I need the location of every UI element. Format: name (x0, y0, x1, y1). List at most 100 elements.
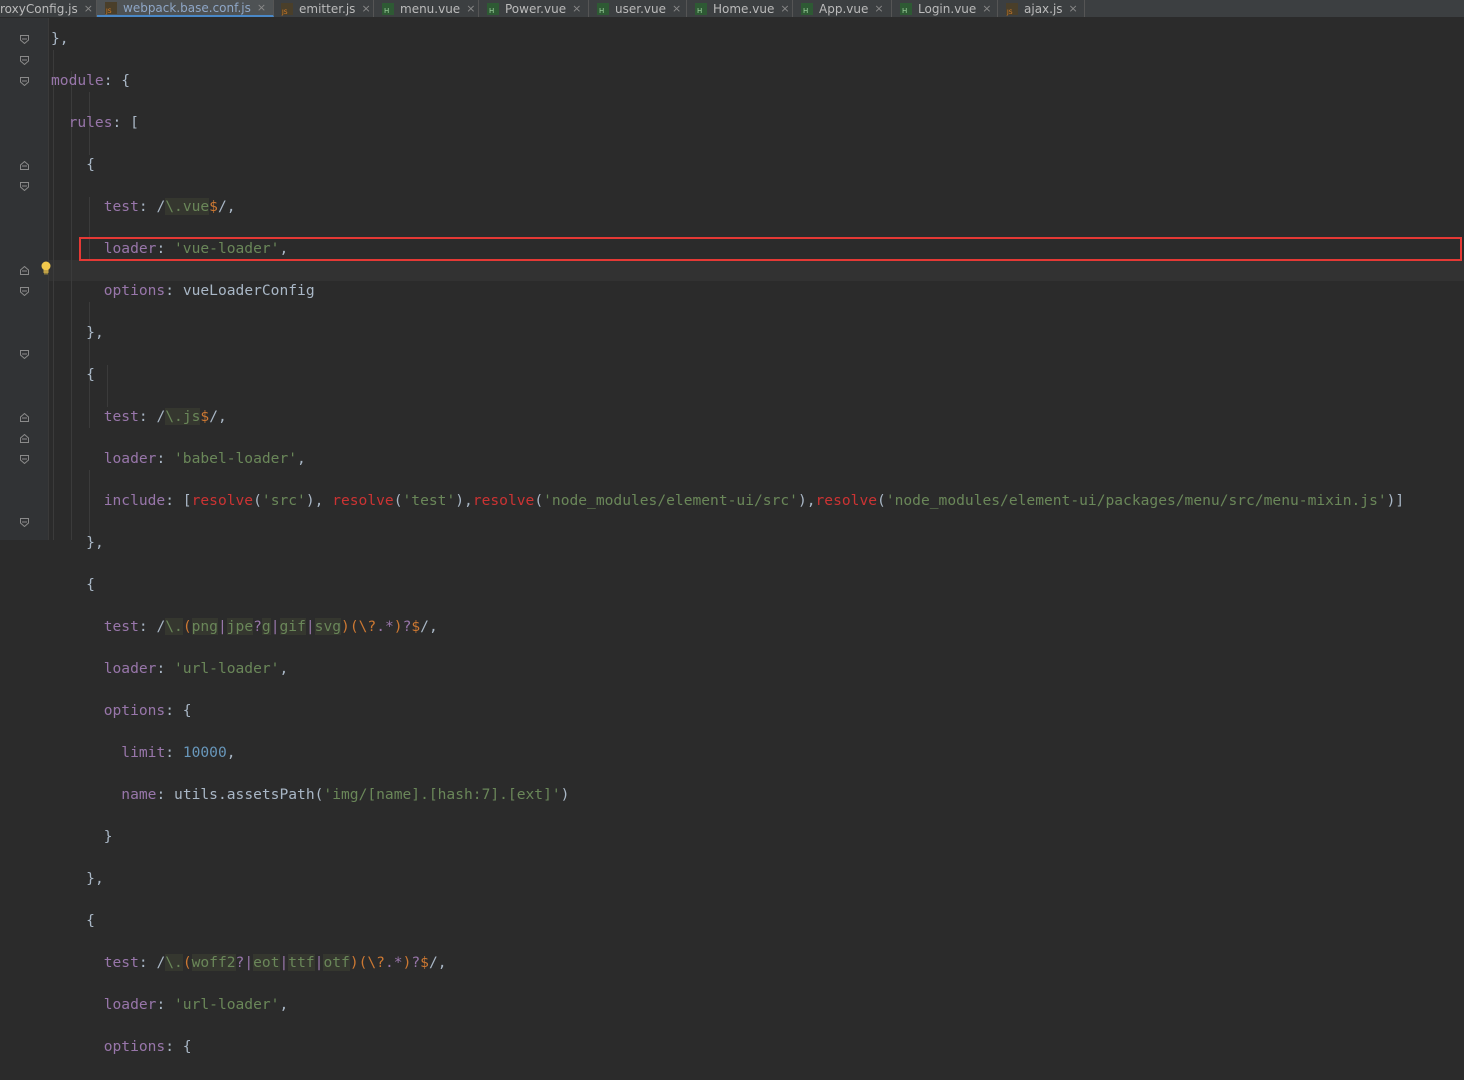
fold-marker-icon[interactable] (20, 77, 29, 86)
highlight-annotation-box (79, 237, 1462, 261)
code-text: /, (420, 618, 438, 635)
regex-group: ) (402, 954, 412, 971)
code-text: ( (314, 786, 324, 803)
close-icon[interactable]: × (982, 2, 991, 15)
regex-text: vue (182, 198, 210, 215)
code-line: loader: 'url-loader', (51, 994, 1404, 1015)
tab-login-vue[interactable]: Login.vue × (892, 0, 998, 17)
code-line: { (51, 574, 1404, 595)
code-text: , (279, 996, 289, 1013)
code-text: ( (534, 492, 544, 509)
code-text: : / (138, 954, 166, 971)
tab-app-vue[interactable]: App.vue × (793, 0, 892, 17)
fold-marker-icon[interactable] (20, 350, 29, 359)
fold-end-icon[interactable] (20, 434, 29, 443)
fold-end-icon[interactable] (20, 413, 29, 422)
code-text: : [ (165, 492, 192, 509)
fold-end-icon[interactable] (20, 161, 29, 170)
code-line: }, (51, 28, 1404, 49)
code-line: loader: 'url-loader', (51, 658, 1404, 679)
editor-tab-bar: roxyConfig.js × webpack.base.conf.js × e… (0, 0, 1464, 18)
code-line: test: /\.vue$/, (51, 196, 1404, 217)
code-text: { (86, 912, 95, 929)
close-icon[interactable]: × (780, 2, 789, 15)
code-text: : / (138, 408, 166, 425)
code-text: : { (103, 72, 131, 89)
vue-file-icon (597, 2, 609, 15)
code-key: loader (103, 660, 157, 677)
code-string: 'babel-loader' (174, 450, 298, 467)
code-number: 10000 (182, 744, 227, 761)
code-text: ), (455, 492, 473, 509)
code-key: rules (68, 114, 113, 131)
tab-menu-vue[interactable]: menu.vue × (374, 0, 479, 17)
tab-user-vue[interactable]: user.vue × (589, 0, 687, 17)
fold-marker-icon[interactable] (20, 56, 29, 65)
code-text: }, (51, 30, 69, 47)
close-icon[interactable]: × (84, 2, 93, 15)
tab-home-vue[interactable]: Home.vue × (687, 0, 793, 17)
close-icon[interactable]: × (672, 2, 681, 15)
code-text: : (156, 786, 175, 803)
tab-webpack-base-conf-js[interactable]: webpack.base.conf.js × (97, 0, 274, 17)
code-line: test: /\.js$/, (51, 406, 1404, 427)
code-key: options (103, 702, 166, 719)
code-key: test (103, 954, 139, 971)
close-icon[interactable]: × (572, 2, 581, 15)
code-line: options: { (51, 700, 1404, 721)
regex-group: ( (182, 618, 192, 635)
regex-group: (\? (358, 954, 385, 971)
code-identifier: utils. (174, 786, 227, 803)
fold-marker-icon[interactable] (20, 35, 29, 44)
code-line: test: /\.(png|jpe?g|gif|svg)(\?.*)?$/, (51, 616, 1404, 637)
regex-anchor: $ (420, 954, 429, 971)
close-icon[interactable]: × (361, 2, 370, 15)
fold-marker-icon[interactable] (20, 287, 29, 296)
close-icon[interactable]: × (1069, 2, 1078, 15)
code-text: : / (138, 198, 166, 215)
tab-label: user.vue (615, 1, 666, 16)
code-text: : (165, 744, 183, 761)
fold-marker-icon[interactable] (20, 518, 29, 527)
tab-ajax-js[interactable]: ajax.js × (998, 0, 1085, 17)
code-text: : (165, 282, 183, 299)
regex-group: ) (341, 618, 350, 635)
regex-quantifier: ? (235, 954, 245, 971)
regex-quantifier: ? (402, 618, 412, 635)
close-icon[interactable]: × (466, 2, 475, 15)
tab-emitter-js[interactable]: emitter.js × (274, 0, 374, 17)
regex-text: eot (253, 954, 280, 971)
code-line: options: { (51, 1036, 1404, 1057)
code-string: 'img/[name].[hash:7].[ext]' (323, 786, 561, 803)
tab-label: emitter.js (299, 1, 356, 16)
code-key: test (103, 408, 139, 425)
code-key: test (103, 618, 139, 635)
code-line: } (51, 826, 1404, 847)
code-function: resolve (815, 492, 878, 509)
code-string: 'url-loader' (174, 996, 280, 1013)
fold-marker-icon[interactable] (20, 455, 29, 464)
code-text: , (297, 450, 306, 467)
code-text: ( (877, 492, 886, 509)
code-text: : { (165, 702, 192, 719)
close-icon[interactable]: × (257, 1, 266, 14)
code-function: resolve (332, 492, 394, 509)
code-key: include (103, 492, 166, 509)
regex-group: ) (393, 618, 403, 635)
fold-marker-icon[interactable] (20, 182, 29, 191)
code-text: } (103, 828, 113, 845)
regex-pipe: | (305, 618, 315, 635)
code-key: loader (103, 996, 157, 1013)
code-text: }, (86, 534, 104, 551)
code-text: : (156, 660, 175, 677)
tab-power-vue[interactable]: Power.vue × (479, 0, 589, 17)
code-editor[interactable]: }, module: { rules: [ { test: /\.vue$/, … (51, 28, 1404, 1080)
tab-label: roxyConfig.js (0, 1, 78, 16)
code-line: rules: [ (51, 112, 1404, 133)
close-icon[interactable]: × (874, 2, 883, 15)
regex-quantifier: ? (253, 618, 262, 635)
code-text: : [ (112, 114, 139, 131)
tab-roxyconfig-js[interactable]: roxyConfig.js × (0, 0, 97, 17)
code-key: options (103, 282, 166, 299)
fold-end-icon[interactable] (20, 266, 29, 275)
